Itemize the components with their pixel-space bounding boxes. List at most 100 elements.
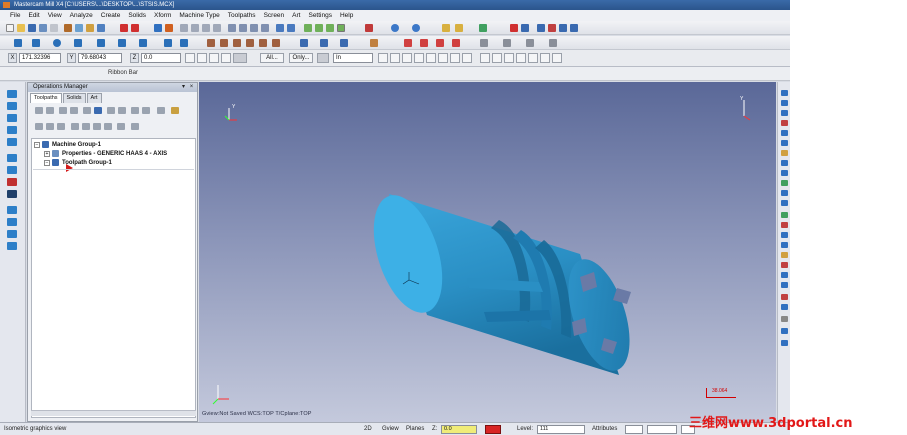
ribbon-tool-13[interactable]	[528, 53, 538, 63]
planes-button[interactable]: Planes	[406, 425, 424, 434]
left-tool-surface-icon[interactable]	[7, 166, 17, 174]
right-tool-23-icon[interactable]	[781, 316, 788, 322]
xform-offset-icon[interactable]	[259, 39, 267, 47]
selection-mode-icon[interactable]	[317, 53, 329, 63]
selection-mask-icon[interactable]	[442, 24, 450, 32]
translucency-icon[interactable]	[326, 24, 334, 32]
collapse-icon[interactable]	[131, 123, 139, 130]
regen-selected-icon[interactable]	[59, 107, 67, 114]
post-icon[interactable]	[537, 24, 545, 32]
delete-icon[interactable]	[97, 24, 105, 32]
leader-icon[interactable]	[452, 39, 460, 47]
help-ops-icon[interactable]	[171, 107, 179, 114]
right-tool-15-icon[interactable]	[781, 232, 788, 238]
menu-xform[interactable]: Xform	[150, 10, 175, 21]
xform-scale-icon[interactable]	[246, 39, 254, 47]
chamfer-icon[interactable]	[139, 39, 147, 47]
ribbon-tool-2[interactable]	[390, 53, 400, 63]
undo-icon[interactable]	[120, 24, 128, 32]
ribbon-tool-1[interactable]	[378, 53, 388, 63]
tree-horizontal-scrollbar[interactable]	[31, 410, 196, 416]
gview-button[interactable]: Gview	[382, 425, 399, 434]
right-tool-11-icon[interactable]	[781, 190, 788, 196]
move-up-icon[interactable]	[82, 123, 90, 130]
view-side-icon[interactable]	[250, 24, 258, 32]
ribbon-option-1[interactable]	[185, 53, 195, 63]
offset-icon[interactable]	[180, 39, 188, 47]
ribbon-tool-4[interactable]	[414, 53, 424, 63]
right-tool-13-icon[interactable]	[781, 212, 788, 218]
right-tool-17-icon[interactable]	[781, 252, 788, 258]
highfeed-icon[interactable]	[131, 107, 139, 114]
lock-ops-icon[interactable]	[157, 107, 165, 114]
left-tool-spline-icon[interactable]	[7, 154, 17, 162]
menu-edit[interactable]: Edit	[24, 10, 43, 21]
solid-revolve-icon[interactable]	[320, 39, 328, 47]
x-coord-input[interactable]: 171.32396	[19, 53, 61, 63]
toggle-display-icon[interactable]	[35, 123, 43, 130]
menu-art[interactable]: Art	[288, 10, 304, 21]
right-tool-16-icon[interactable]	[781, 242, 788, 248]
left-tool-xform-icon[interactable]	[7, 206, 17, 214]
gview-menu-icon[interactable]	[365, 24, 373, 32]
z-coord-input[interactable]: 0.0	[141, 53, 181, 63]
right-tool-9-icon[interactable]	[781, 170, 788, 176]
insert-arrow-icon[interactable]	[66, 164, 73, 172]
xform-project-icon[interactable]	[272, 39, 280, 47]
wireframe-icon[interactable]	[276, 24, 284, 32]
right-tool-5-icon[interactable]	[781, 130, 788, 136]
note-icon[interactable]	[420, 39, 428, 47]
only-display-icon[interactable]	[117, 123, 125, 130]
all-button[interactable]: All...	[260, 53, 284, 63]
right-tool-12-icon[interactable]	[781, 200, 788, 206]
post-ops-icon[interactable]	[118, 107, 126, 114]
print-icon[interactable]	[50, 24, 58, 32]
ribbon-option-5[interactable]	[233, 53, 247, 63]
ribbon-tool-7[interactable]	[450, 53, 460, 63]
left-tool-point-icon[interactable]	[7, 90, 17, 98]
copy-icon[interactable]	[75, 24, 83, 32]
right-tool-7-icon[interactable]	[781, 150, 788, 156]
paste-icon[interactable]	[86, 24, 94, 32]
tab-toolpaths[interactable]: Toolpaths	[30, 93, 62, 103]
drill-toolpath-icon[interactable]	[480, 39, 488, 47]
level-input[interactable]: 111	[537, 425, 585, 434]
right-tool-20-icon[interactable]	[781, 282, 788, 288]
right-tool-8-icon[interactable]	[781, 160, 788, 166]
menu-view[interactable]: View	[44, 10, 66, 21]
right-tool-14-icon[interactable]	[781, 222, 788, 228]
menu-create[interactable]: Create	[97, 10, 125, 21]
screen-fit-icon[interactable]	[180, 24, 188, 32]
select-all-ops-icon[interactable]	[35, 107, 43, 114]
ribbon-tool-14[interactable]	[540, 53, 550, 63]
right-tool-4-icon[interactable]	[781, 120, 788, 126]
ribbon-option-4[interactable]	[221, 53, 231, 63]
shaded-edges-icon[interactable]	[315, 24, 323, 32]
right-tool-1-icon[interactable]	[781, 90, 788, 96]
mirror-icon[interactable]	[548, 24, 556, 32]
regen-icon[interactable]	[165, 24, 173, 32]
save-as-icon[interactable]	[39, 24, 47, 32]
menu-help[interactable]: Help	[336, 10, 357, 21]
zoom-window-icon[interactable]	[191, 24, 199, 32]
left-tool-break-icon[interactable]	[7, 230, 17, 238]
right-tool-2-icon[interactable]	[781, 100, 788, 106]
right-tool-10-icon[interactable]	[781, 180, 788, 186]
dimension-icon[interactable]	[404, 39, 412, 47]
ribbon-tool-5[interactable]	[426, 53, 436, 63]
toggle-posting-icon[interactable]	[46, 123, 54, 130]
ribbon-tool-8[interactable]	[462, 53, 472, 63]
left-tool-join-icon[interactable]	[7, 242, 17, 250]
simulate-icon[interactable]	[521, 24, 529, 32]
left-tool-trim-icon[interactable]	[7, 218, 17, 226]
verify-icon[interactable]	[510, 24, 518, 32]
rectangle-icon[interactable]	[74, 39, 82, 47]
xform-mirror-icon[interactable]	[233, 39, 241, 47]
right-tool-3-icon[interactable]	[781, 110, 788, 116]
right-tool-6-icon[interactable]	[781, 140, 788, 146]
right-tool-18-icon[interactable]	[781, 262, 788, 268]
right-tool-25-icon[interactable]	[781, 340, 788, 346]
mode-2d-toggle[interactable]: 2D	[364, 425, 372, 434]
solid-sweep-icon[interactable]	[340, 39, 348, 47]
ribbon-option-2[interactable]	[197, 53, 207, 63]
